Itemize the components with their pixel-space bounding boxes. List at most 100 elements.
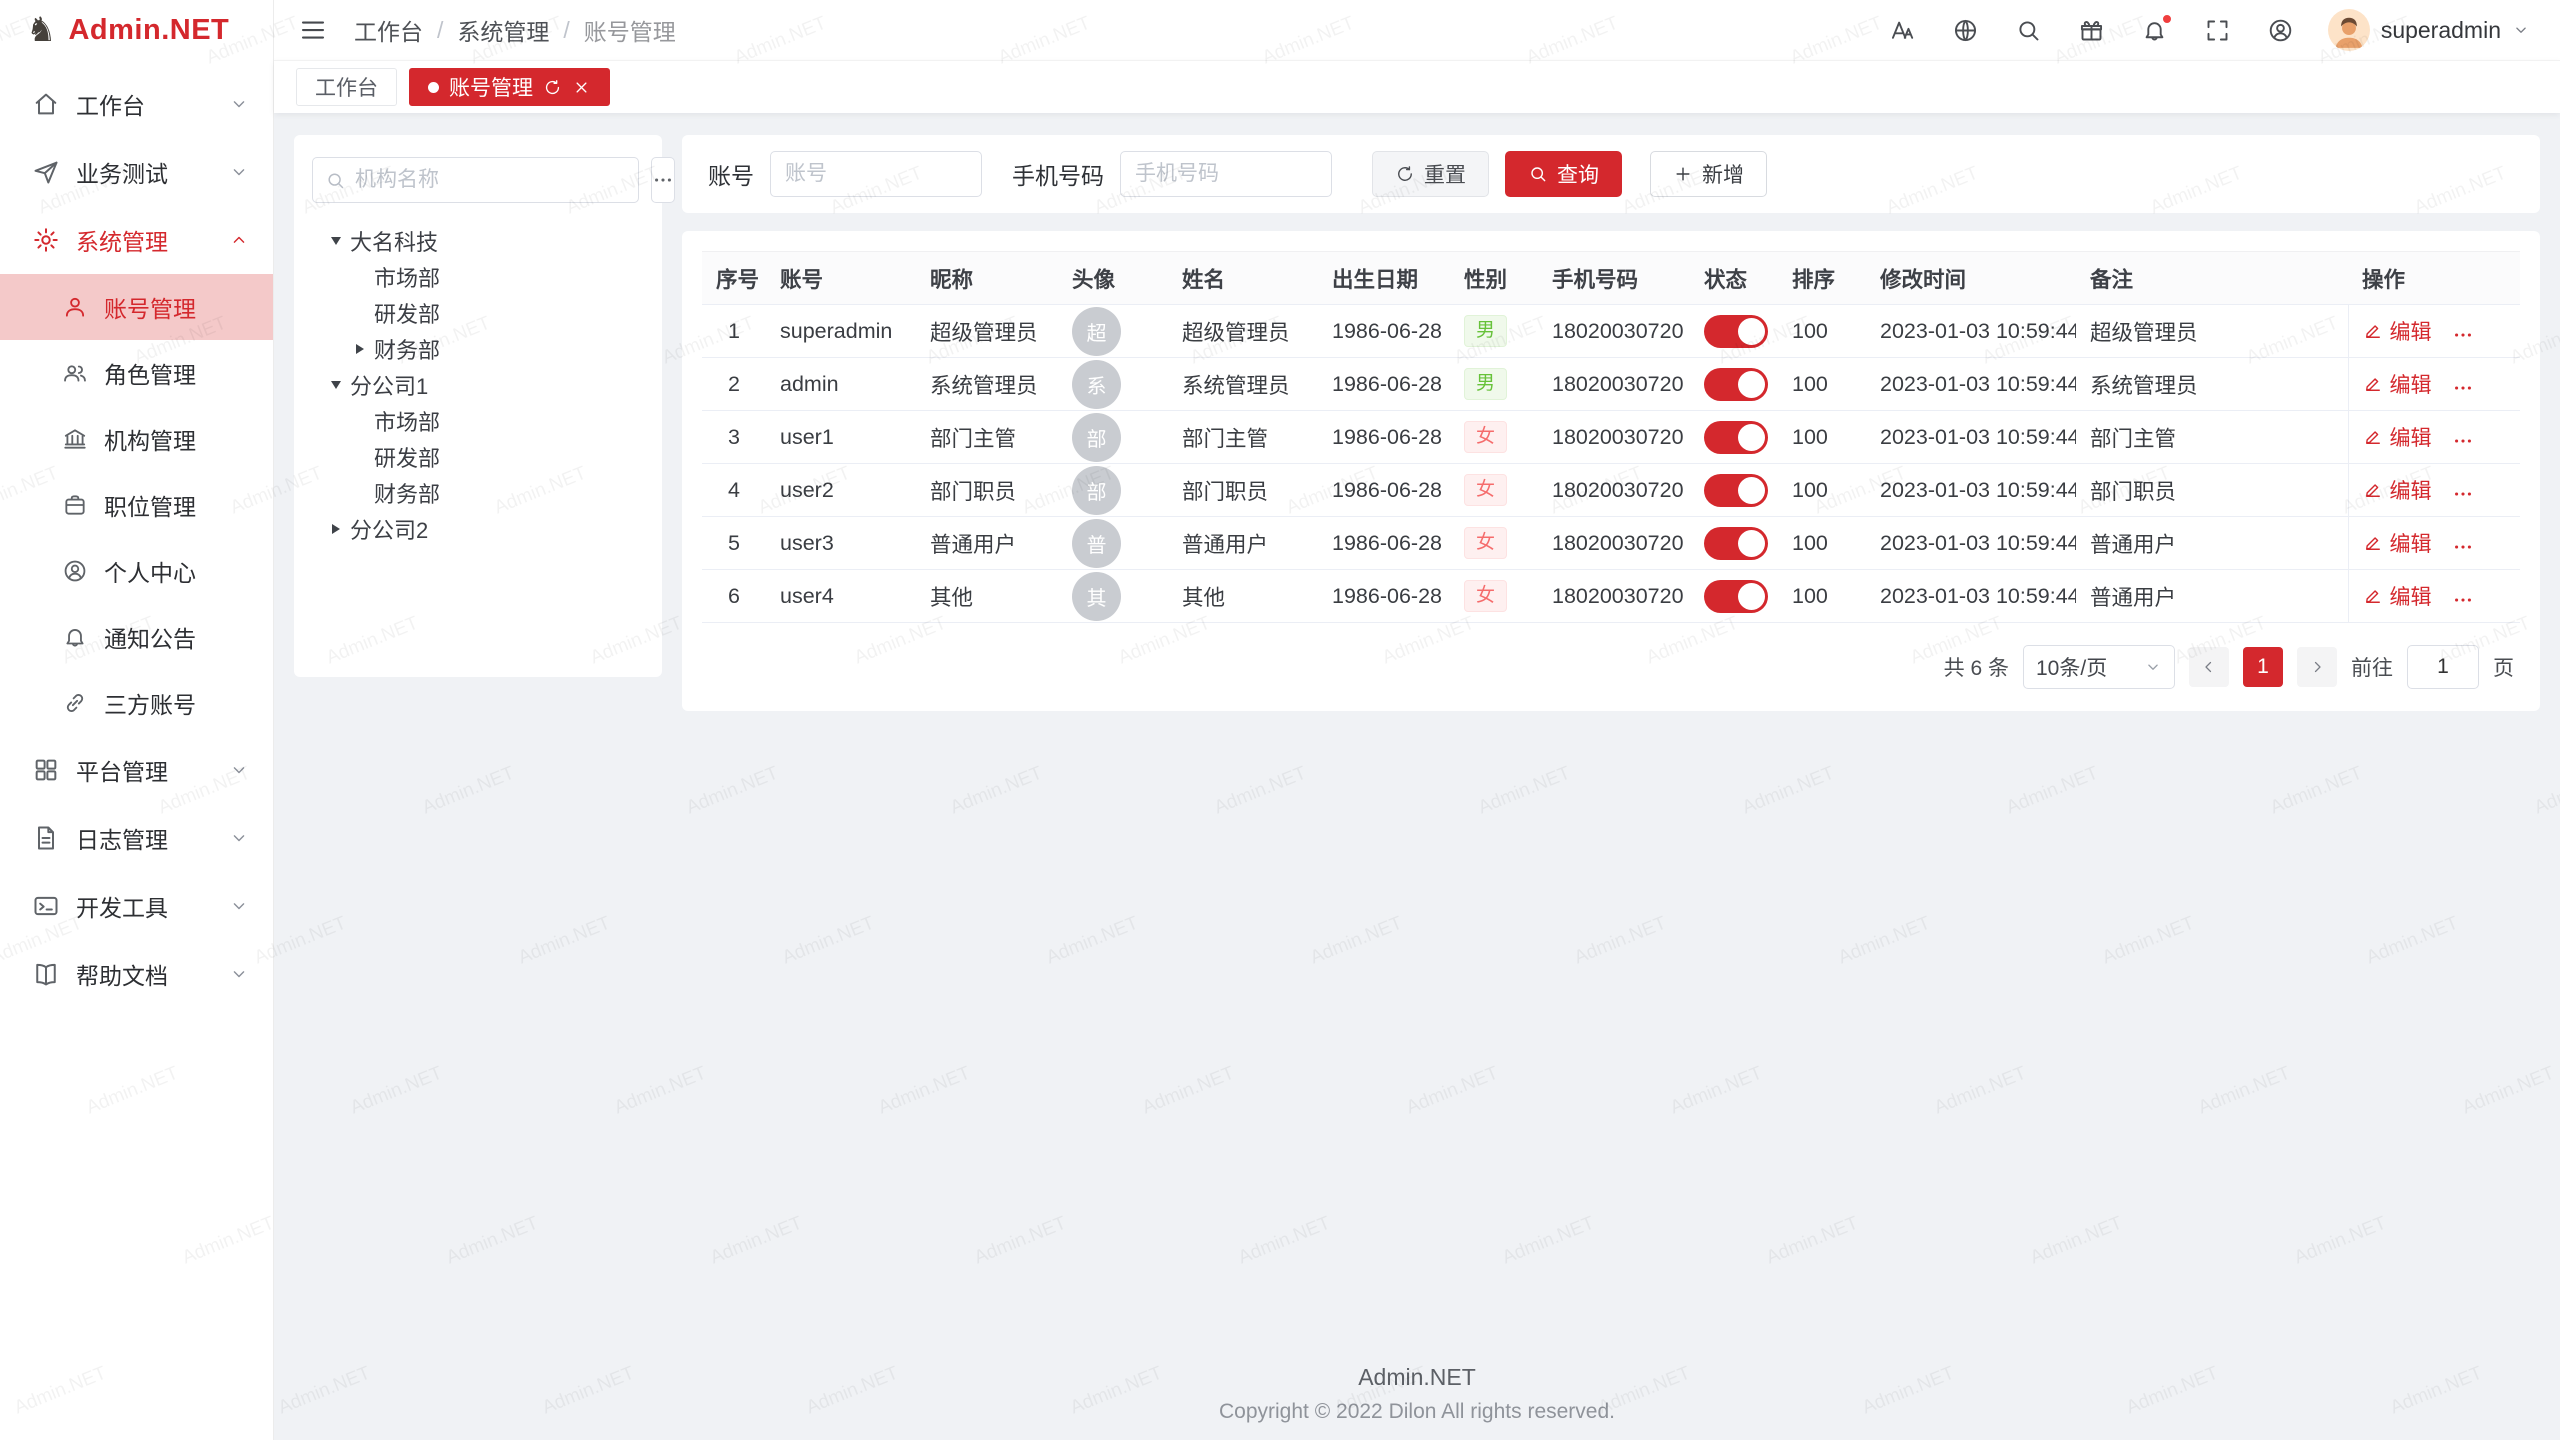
current-page-button[interactable]: 1	[2243, 647, 2283, 687]
row-more-button[interactable]	[2452, 324, 2474, 346]
tree-node-label: 财务部	[374, 477, 440, 509]
cell-operations: 编辑	[2348, 517, 2520, 570]
cell-remark: 部门职员	[2076, 464, 2348, 517]
sidebar-menu: 工作台业务测试系统管理账号管理角色管理机构管理职位管理个人中心通知公告三方账号平…	[0, 60, 273, 1440]
close-icon[interactable]	[572, 78, 591, 97]
cell-gender: 女	[1450, 570, 1538, 623]
logo-icon	[26, 13, 56, 47]
edit-button[interactable]: 编辑	[2363, 316, 2432, 346]
tree-caret	[322, 515, 350, 543]
next-page-button[interactable]	[2297, 647, 2337, 687]
status-toggle[interactable]	[1704, 474, 1768, 507]
sidebar-item[interactable]: 开发工具	[0, 872, 273, 940]
cell-name: 普通用户	[1168, 517, 1318, 570]
cell-no: 1	[702, 305, 766, 358]
goto-page-input[interactable]	[2407, 645, 2479, 689]
sidebar-subitem[interactable]: 三方账号	[0, 670, 273, 736]
prev-page-button[interactable]	[2189, 647, 2229, 687]
collapse-sidebar-button[interactable]	[298, 15, 328, 45]
table-row: 1superadmin超级管理员超超级管理员1986-06-28男1802003…	[702, 305, 2520, 358]
edit-button[interactable]: 编辑	[2363, 369, 2432, 399]
status-toggle[interactable]	[1704, 527, 1768, 560]
tree-node[interactable]: 研发部	[312, 295, 644, 331]
font-size-button[interactable]	[1889, 17, 1916, 44]
fullscreen-button[interactable]	[2204, 17, 2231, 44]
tree-node[interactable]: 财务部	[312, 331, 644, 367]
edit-button[interactable]: 编辑	[2363, 528, 2432, 558]
tree-more-button[interactable]	[651, 157, 675, 203]
status-toggle[interactable]	[1704, 580, 1768, 613]
logo-text: Admin.NET	[68, 14, 229, 47]
edit-button[interactable]: 编辑	[2363, 475, 2432, 505]
sidebar-item-label: 帮助文档	[76, 957, 168, 991]
sidebar-subitem-label: 账号管理	[104, 290, 196, 324]
sidebar-item[interactable]: 日志管理	[0, 804, 273, 872]
add-button[interactable]: 新增	[1650, 151, 1767, 197]
sidebar-item[interactable]: 平台管理	[0, 736, 273, 804]
tab-item[interactable]: 工作台	[296, 68, 397, 106]
phone-filter-input[interactable]	[1120, 151, 1332, 197]
search-button[interactable]: 查询	[1505, 151, 1622, 197]
tree-node[interactable]: 研发部	[312, 439, 644, 475]
cell-phone: 18020030720	[1538, 570, 1690, 623]
row-more-button[interactable]	[2452, 536, 2474, 558]
row-more-button[interactable]	[2452, 483, 2474, 505]
sidebar-item[interactable]: 工作台	[0, 70, 273, 138]
main-panel: 账号 手机号码 重置 查询	[682, 135, 2540, 1440]
reset-button[interactable]: 重置	[1372, 151, 1489, 197]
breadcrumb-separator: /	[437, 17, 443, 44]
tab-item[interactable]: 账号管理	[409, 68, 610, 106]
page-size-select[interactable]: 10条/页	[2023, 645, 2175, 689]
tree-node[interactable]: 分公司1	[312, 367, 644, 403]
font-size-icon	[1889, 17, 1916, 44]
row-more-button[interactable]	[2452, 377, 2474, 399]
pagination-total: 共 6 条	[1944, 652, 2009, 682]
breadcrumb-item[interactable]: 工作台	[354, 13, 423, 47]
breadcrumb-item[interactable]: 账号管理	[584, 13, 676, 47]
chevron-down-icon	[229, 964, 249, 984]
sidebar-subitem[interactable]: 机构管理	[0, 406, 273, 472]
plus-icon	[1673, 164, 1693, 184]
profile-button[interactable]	[2267, 17, 2294, 44]
cell-nickname: 其他	[916, 570, 1058, 623]
sidebar-subitem[interactable]: 通知公告	[0, 604, 273, 670]
chevron-down-icon	[229, 162, 249, 182]
cell-no: 4	[702, 464, 766, 517]
cell-sort: 100	[1778, 517, 1866, 570]
sidebar-subitem[interactable]: 个人中心	[0, 538, 273, 604]
search-button[interactable]	[2015, 17, 2042, 44]
breadcrumb-item[interactable]: 系统管理	[457, 13, 549, 47]
user-menu[interactable]: superadmin	[2328, 9, 2530, 51]
refresh-icon[interactable]	[543, 78, 562, 97]
org-search-input[interactable]	[355, 168, 626, 192]
sidebar-subitem[interactable]: 职位管理	[0, 472, 273, 538]
tree-node[interactable]: 市场部	[312, 403, 644, 439]
tree-node[interactable]: 财务部	[312, 475, 644, 511]
status-toggle[interactable]	[1704, 368, 1768, 401]
tree-node[interactable]: 大名科技	[312, 223, 644, 259]
sidebar-item[interactable]: 业务测试	[0, 138, 273, 206]
status-toggle[interactable]	[1704, 315, 1768, 348]
account-filter-input[interactable]	[770, 151, 982, 197]
tree-node[interactable]: 分公司2	[312, 511, 644, 547]
tree-node[interactable]: 市场部	[312, 259, 644, 295]
grid-icon	[32, 756, 60, 784]
sidebar-item-label: 系统管理	[76, 223, 168, 257]
gift-button[interactable]	[2078, 17, 2105, 44]
column-header: 昵称	[916, 252, 1058, 305]
sidebar-subitem[interactable]: 角色管理	[0, 340, 273, 406]
edit-button[interactable]: 编辑	[2363, 422, 2432, 452]
globe-button[interactable]	[1952, 17, 1979, 44]
ellipsis-icon	[652, 169, 674, 191]
sidebar-item[interactable]: 帮助文档	[0, 940, 273, 1008]
row-more-button[interactable]	[2452, 589, 2474, 611]
sidebar-item[interactable]: 系统管理	[0, 206, 273, 274]
tree-node-label: 分公司1	[350, 369, 428, 401]
row-more-button[interactable]	[2452, 430, 2474, 452]
edit-button[interactable]: 编辑	[2363, 581, 2432, 611]
status-toggle[interactable]	[1704, 421, 1768, 454]
sidebar-subitem[interactable]: 账号管理	[0, 274, 273, 340]
bell-button[interactable]	[2141, 17, 2168, 44]
edit-icon	[2363, 480, 2383, 500]
tree-caret	[322, 371, 350, 399]
